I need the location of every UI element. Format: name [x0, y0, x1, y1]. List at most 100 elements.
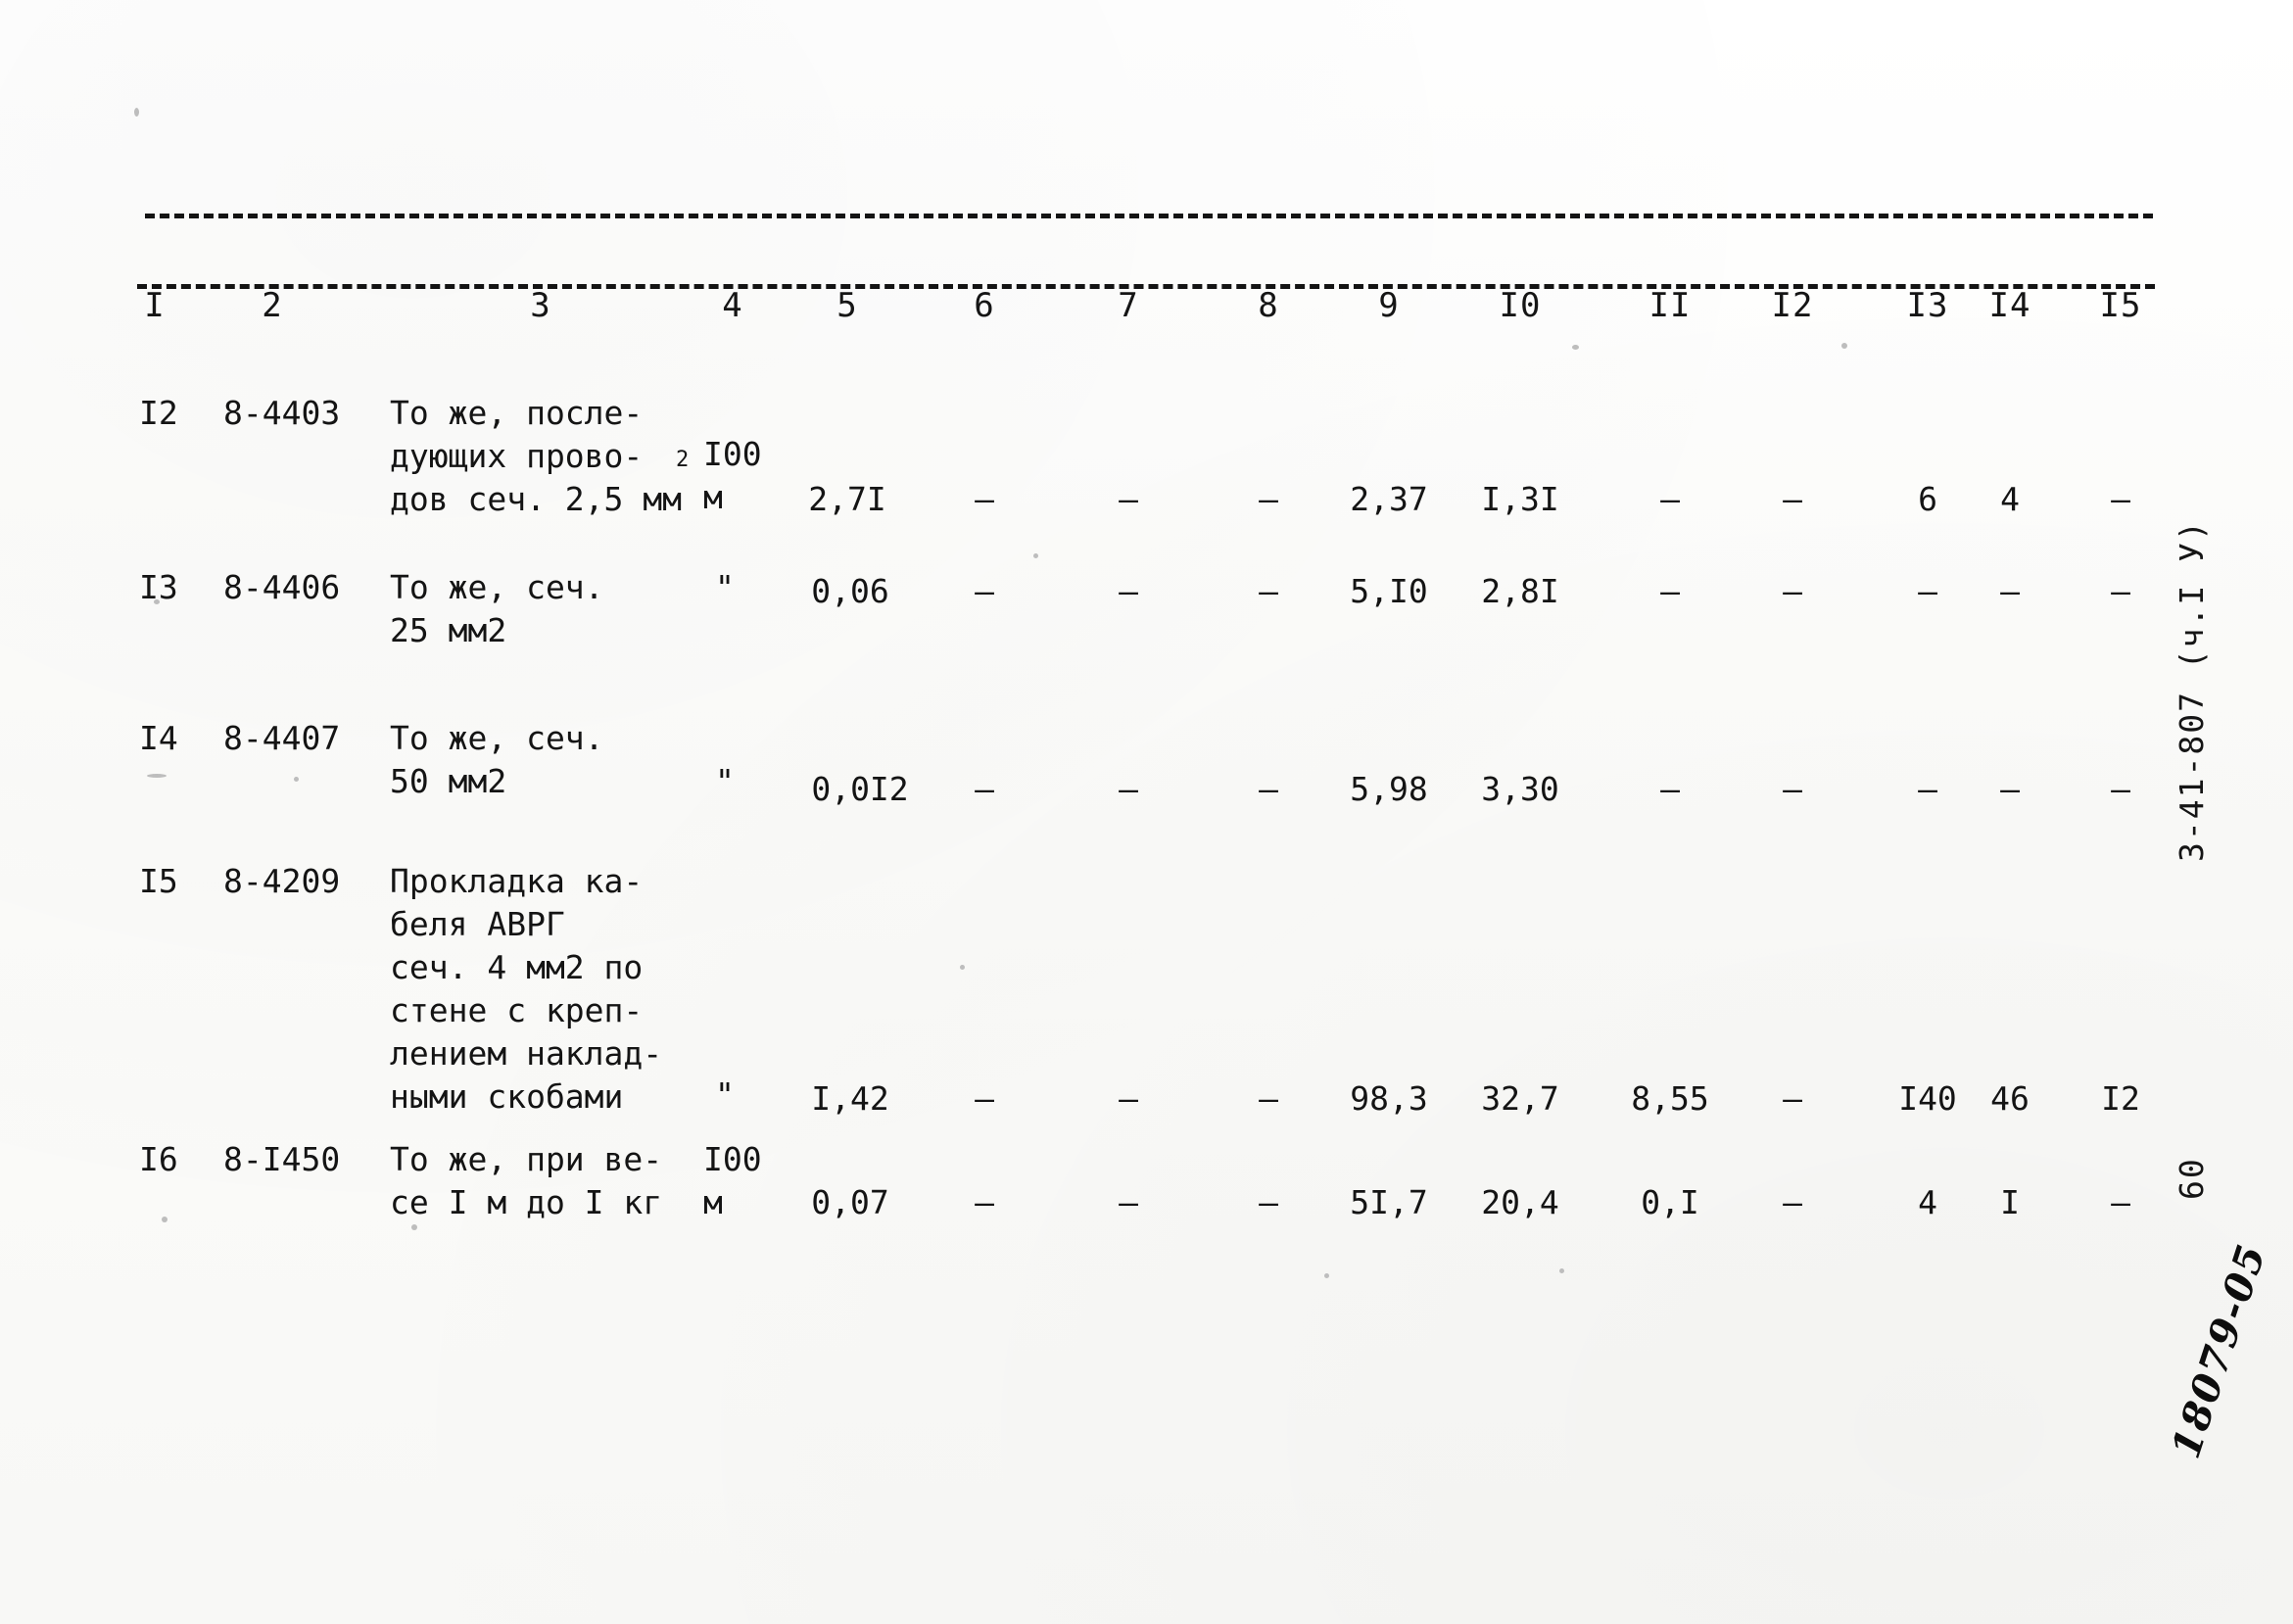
row-number: I2 — [139, 394, 178, 432]
column-header-5: 5 — [836, 286, 858, 325]
column-header-12: I2 — [1771, 286, 1814, 325]
row-col5: 2,7I — [808, 480, 886, 518]
row-col14: – — [2000, 770, 2020, 808]
scan-speck — [294, 777, 299, 782]
margin-document-code: 3-41-807 (ч.I У) — [2173, 519, 2211, 862]
scan-speck — [1841, 343, 1847, 349]
row-col7: – — [1119, 572, 1138, 610]
row-col8: – — [1259, 1079, 1278, 1118]
row-col13: 4 — [1918, 1183, 1937, 1221]
row-col6: – — [975, 480, 994, 518]
row-col8: – — [1259, 1183, 1278, 1221]
table-column-header-row: I 2 3 4 5 6 7 8 9 I0 II I2 I3 I4 I5 — [0, 286, 2293, 333]
row-number: I3 — [139, 568, 178, 606]
row-description: То же, сеч. 25 мм2 — [390, 568, 604, 649]
scan-speck — [1572, 345, 1579, 350]
row-col9: 5I,7 — [1350, 1183, 1428, 1221]
column-header-3: 3 — [530, 286, 551, 325]
row-col5: 0,0I2 — [811, 770, 909, 808]
row-col10: 20,4 — [1481, 1183, 1559, 1221]
scan-speck — [162, 1217, 167, 1222]
document-page: I 2 3 4 5 6 7 8 9 I0 II I2 I3 I4 I5 I2 8… — [0, 0, 2293, 1624]
row-description: То же, после- дующих прово- дов сеч. 2,5… — [390, 394, 683, 518]
row-unit: " — [715, 762, 735, 800]
row-col9: 5,98 — [1350, 770, 1428, 808]
row-code: 8-I450 — [223, 1140, 341, 1178]
row-col9: 2,37 — [1350, 480, 1428, 518]
row-col12: – — [1783, 1079, 1802, 1118]
row-col15: – — [2111, 572, 2130, 610]
row-description: Прокладка ка- беля АВРГ сеч. 4 мм2 по ст… — [390, 862, 663, 1116]
row-col14: – — [2000, 572, 2020, 610]
scan-speck — [1324, 1273, 1329, 1278]
row-col15: – — [2111, 1183, 2130, 1221]
margin-page-number: 60 — [2173, 1157, 2211, 1200]
row-col9: 98,3 — [1350, 1079, 1428, 1118]
row-col7: – — [1119, 1183, 1138, 1221]
row-description: То же, при ве- се I м до I кг — [390, 1140, 663, 1221]
row-col10: 32,7 — [1481, 1079, 1559, 1118]
scan-speck — [411, 1224, 417, 1230]
row-col15: – — [2111, 480, 2130, 518]
row-number: I5 — [139, 862, 178, 900]
column-header-2: 2 — [262, 286, 283, 325]
row-col8: – — [1259, 480, 1278, 518]
row-col14: 46 — [1990, 1079, 2030, 1118]
row-col12: – — [1783, 480, 1802, 518]
row-code: 8-4407 — [223, 719, 341, 757]
row-col13: – — [1918, 770, 1937, 808]
row-number: I6 — [139, 1140, 178, 1178]
row-col9: 5,I0 — [1350, 572, 1428, 610]
row-col10: I,3I — [1481, 480, 1559, 518]
row-col13: I40 — [1898, 1079, 1957, 1118]
row-col11: – — [1660, 770, 1680, 808]
row-description-superscript: 2 — [676, 448, 690, 472]
row-code: 8-4403 — [223, 394, 341, 432]
column-header-15: I5 — [2099, 286, 2142, 325]
row-col15: – — [2111, 770, 2130, 808]
table-top-rule — [145, 214, 2153, 218]
row-col14: I — [2000, 1183, 2020, 1221]
row-col5: 0,06 — [811, 572, 889, 610]
row-description: То же, сеч. 50 мм2 — [390, 719, 604, 800]
scan-speck — [134, 108, 139, 117]
row-col13: – — [1918, 572, 1937, 610]
row-unit: " — [715, 568, 735, 606]
row-col15: I2 — [2101, 1079, 2140, 1118]
row-col12: – — [1783, 572, 1802, 610]
row-col7: – — [1119, 770, 1138, 808]
row-number: I4 — [139, 719, 178, 757]
row-col7: – — [1119, 480, 1138, 518]
column-header-8: 8 — [1258, 286, 1279, 325]
row-col14: 4 — [2000, 480, 2020, 518]
row-col5: 0,07 — [811, 1183, 889, 1221]
row-col7: – — [1119, 1079, 1138, 1118]
row-col11: – — [1660, 480, 1680, 518]
row-col6: – — [975, 572, 994, 610]
row-col6: – — [975, 1079, 994, 1118]
column-header-9: 9 — [1378, 286, 1400, 325]
row-col11: 8,55 — [1631, 1079, 1709, 1118]
row-col11: 0,I — [1641, 1183, 1699, 1221]
row-col6: – — [975, 770, 994, 808]
row-col11: – — [1660, 572, 1680, 610]
row-col6: – — [975, 1183, 994, 1221]
row-col12: – — [1783, 1183, 1802, 1221]
row-col12: – — [1783, 770, 1802, 808]
row-col13: 6 — [1918, 480, 1937, 518]
scan-speck — [1033, 553, 1038, 558]
row-col8: – — [1259, 770, 1278, 808]
row-col8: – — [1259, 572, 1278, 610]
row-col10: 2,8I — [1481, 572, 1559, 610]
row-unit: " — [715, 1075, 735, 1114]
handwritten-stamp-number: 18079-05 — [2163, 1237, 2275, 1464]
row-col5: I,42 — [811, 1079, 889, 1118]
column-header-10: I0 — [1499, 286, 1542, 325]
row-code: 8-4209 — [223, 862, 341, 900]
column-header-1: I — [144, 286, 166, 325]
column-header-6: 6 — [974, 286, 995, 325]
scan-speck — [147, 774, 167, 778]
column-header-4: 4 — [722, 286, 743, 325]
row-unit: I00 м — [703, 435, 762, 516]
row-unit: I00 м — [703, 1140, 762, 1221]
